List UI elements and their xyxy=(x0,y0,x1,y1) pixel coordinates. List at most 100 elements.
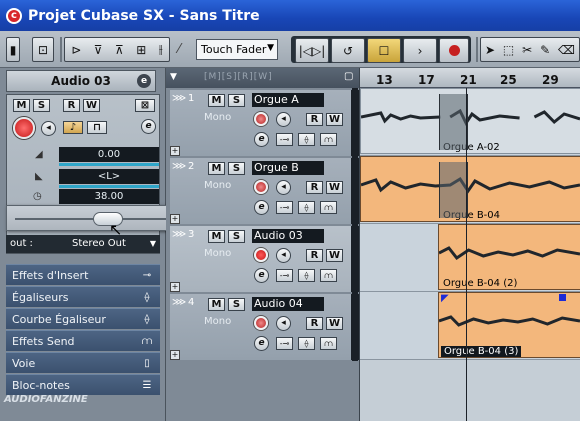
track-row[interactable]: ⋙ 1 M S Orgue A Mono ◂ R W e -⊸ ⟠ ⩋ + xyxy=(170,90,360,156)
sends-button[interactable]: ⩋ xyxy=(320,201,337,214)
edit-e-button[interactable]: e xyxy=(254,336,269,351)
filter-icon[interactable]: ⊽ xyxy=(94,43,103,57)
track-row-selected[interactable]: ⋙ 3 M S Audio 03 Mono ◂ R W e -⊸ ⟠ ⩋ + xyxy=(170,226,360,292)
eraser-tool-icon[interactable]: ⌫ xyxy=(558,43,575,57)
bypass-button[interactable]: ⊠ xyxy=(135,99,155,112)
mute-button[interactable]: M xyxy=(208,94,225,107)
expand-icon[interactable]: + xyxy=(170,146,180,156)
grid-icon[interactable]: ⊞ xyxy=(136,43,146,57)
edit-button[interactable]: e xyxy=(137,74,151,88)
stop-button[interactable]: ☐ xyxy=(367,38,401,63)
track-name[interactable]: Orgue A xyxy=(252,93,324,107)
solo-button[interactable]: S xyxy=(228,162,245,175)
insert-button[interactable]: -⊸ xyxy=(276,201,293,214)
track-name[interactable]: Orgue B xyxy=(252,161,324,175)
read-button[interactable]: R xyxy=(306,181,323,194)
section-insert-effects[interactable]: Effets d'Insert ⊸ xyxy=(6,264,160,285)
volume-value[interactable]: 0.00 xyxy=(59,147,159,162)
edit-e-button[interactable]: e xyxy=(254,200,269,215)
edit-e-button[interactable]: e xyxy=(254,268,269,283)
arrange-window[interactable]: 13 17 21 25 29 Orgue A-02 Orgue B-04 Org… xyxy=(359,68,580,421)
pencil-tool-icon[interactable]: ✎ xyxy=(540,43,550,57)
write-button[interactable]: W xyxy=(326,249,343,262)
read-button[interactable]: R xyxy=(63,99,80,112)
write-button[interactable]: W xyxy=(326,181,343,194)
timeline-ruler[interactable]: 13 17 21 25 29 xyxy=(360,68,580,88)
write-button[interactable]: W xyxy=(326,113,343,126)
insert-button[interactable]: -⊸ xyxy=(276,133,293,146)
audio-event[interactable]: Orgue B-04 (2) xyxy=(438,224,580,290)
insert-button[interactable]: -⊸ xyxy=(276,337,293,350)
rewind-start-button[interactable]: |◁▷| xyxy=(295,38,329,63)
monitor-speaker-icon[interactable]: ◂ xyxy=(276,112,291,127)
record-button[interactable] xyxy=(439,38,469,63)
inspector-toggle-button[interactable]: ▮ xyxy=(6,37,20,62)
selection-range[interactable] xyxy=(439,94,468,150)
track-row[interactable]: ⋙ 4 M S Audio 04 Mono ◂ R W e -⊸ ⟠ ⩋ + xyxy=(170,294,360,360)
volume-handle[interactable] xyxy=(559,294,566,301)
scissors-tool-icon[interactable]: ✂ xyxy=(522,43,532,57)
solo-button[interactable]: S xyxy=(33,99,50,112)
lock-button[interactable]: ⊓ xyxy=(87,121,107,134)
monitor-speaker-icon[interactable]: ◂ xyxy=(276,180,291,195)
edit-e-button[interactable]: e xyxy=(254,132,269,147)
audio-event[interactable]: ◤ Orgue B-04 (3) xyxy=(438,292,580,358)
expand-icon[interactable]: + xyxy=(170,350,180,360)
mute-button[interactable]: M xyxy=(208,230,225,243)
track-row[interactable]: ⋙ 2 M S Orgue B Mono ◂ R W e -⊸ ⟠ ⩋ + xyxy=(170,158,360,224)
tools-group[interactable]: ➤ ⬚ ✂ ✎ ⌫ xyxy=(480,37,580,62)
monitor-speaker-icon[interactable]: ◂ xyxy=(276,316,291,331)
expand-icon[interactable]: + xyxy=(170,282,180,292)
section-channel[interactable]: Voie ▯ xyxy=(6,352,160,373)
lanes-icon[interactable]: ⊼ xyxy=(115,43,124,57)
expand-icon[interactable]: + xyxy=(170,214,180,224)
delay-value[interactable]: 38.00 xyxy=(59,189,159,204)
record-enable-button[interactable] xyxy=(254,248,268,262)
section-sends[interactable]: Effets Send ⩋ xyxy=(6,330,160,351)
insert-button[interactable]: -⊸ xyxy=(276,269,293,282)
sends-button[interactable]: ⩋ xyxy=(320,337,337,350)
mute-button[interactable]: M xyxy=(13,99,30,112)
solo-button[interactable]: S xyxy=(228,230,245,243)
record-enable-button[interactable] xyxy=(254,316,268,330)
write-button[interactable]: W xyxy=(326,317,343,330)
track-view-icon[interactable]: ⊳ xyxy=(71,43,81,57)
mixer-icon[interactable]: ⫲ xyxy=(159,42,163,57)
arrow-tool-icon[interactable]: ➤ xyxy=(485,43,495,57)
solo-button[interactable]: S xyxy=(228,94,245,107)
chevron-down-icon[interactable]: ▼ xyxy=(170,72,177,82)
playback-cursor[interactable] xyxy=(466,88,467,421)
record-enable-button[interactable] xyxy=(13,117,35,139)
record-enable-button[interactable] xyxy=(254,112,268,126)
eq-button[interactable]: ⟠ xyxy=(298,201,315,214)
timebase-note-button[interactable]: ♪ xyxy=(63,121,83,134)
sends-button[interactable]: ⩋ xyxy=(320,133,337,146)
track-lane[interactable]: Orgue B-04 (2) xyxy=(360,224,580,292)
output-routing[interactable]: out : Stereo Out ▼ xyxy=(6,235,160,253)
section-notepad[interactable]: Bloc-notes ☰ xyxy=(6,374,160,395)
section-eq-curve[interactable]: Courbe Égaliseur ⟠ xyxy=(6,308,160,329)
track-list-options-icon[interactable]: ▢ xyxy=(344,71,353,82)
automation-mode-select[interactable]: Touch Fader ▼ xyxy=(196,39,278,60)
read-button[interactable]: R xyxy=(306,113,323,126)
eq-button[interactable]: ⟠ xyxy=(298,269,315,282)
track-lane[interactable]: Orgue A-02 xyxy=(360,88,580,156)
mute-button[interactable]: M xyxy=(208,162,225,175)
selection-range[interactable] xyxy=(439,162,468,218)
read-button[interactable]: R xyxy=(306,249,323,262)
record-enable-button[interactable] xyxy=(254,180,268,194)
audio-event[interactable]: Orgue A-02 xyxy=(360,88,580,154)
global-track-buttons[interactable]: [M][S][R][W] xyxy=(204,72,273,82)
play-button[interactable]: › xyxy=(403,38,437,63)
edit-e-button[interactable]: e xyxy=(141,119,156,134)
eq-button[interactable]: ⟠ xyxy=(298,337,315,350)
pan-value[interactable]: <L> xyxy=(59,169,159,184)
eq-button[interactable]: ⟠ xyxy=(298,133,315,146)
monitor-speaker-icon[interactable]: ◂ xyxy=(276,248,291,263)
track-lane[interactable]: Orgue B-04 xyxy=(360,156,580,224)
monitor-speaker-icon[interactable]: ◂ xyxy=(41,121,56,136)
mute-button[interactable]: M xyxy=(208,298,225,311)
fade-handle-icon[interactable]: ◤ xyxy=(441,293,449,304)
window-layout-button[interactable]: ⊡ xyxy=(32,37,54,62)
cycle-button[interactable]: ↺ xyxy=(331,38,365,63)
